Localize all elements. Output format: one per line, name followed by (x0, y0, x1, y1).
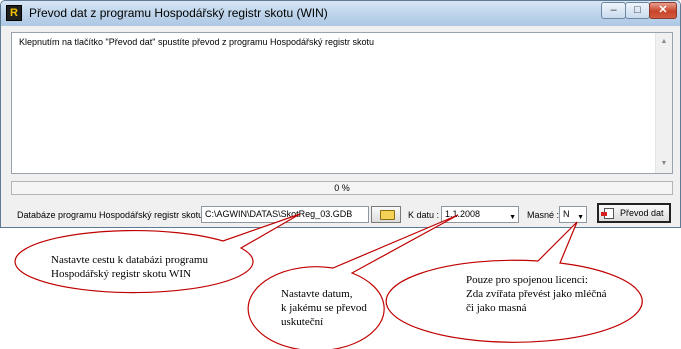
path-callout-line: Hospodářský registr skotu WIN (51, 268, 192, 280)
license-callout-line: Pouze pro spojenou licenci: (466, 274, 588, 286)
date-callout-text: Nastavte datum, k jakému se převod uskut… (281, 287, 367, 329)
license-callout-line: či jako masná (466, 302, 527, 314)
date-callout-line: k jakému se převod (281, 302, 367, 314)
license-callout-line: Zda zvířata převést jako mléčná (466, 288, 607, 300)
date-callout-line: uskuteční (281, 316, 324, 328)
path-callout-line: Nastavte cestu k databázi programu (51, 254, 208, 266)
license-callout-text: Pouze pro spojenou licenci: Zda zvířata … (466, 273, 607, 315)
date-callout-line: Nastavte datum, (281, 288, 353, 300)
path-callout-text: Nastavte cestu k databázi programu Hospo… (51, 253, 208, 281)
